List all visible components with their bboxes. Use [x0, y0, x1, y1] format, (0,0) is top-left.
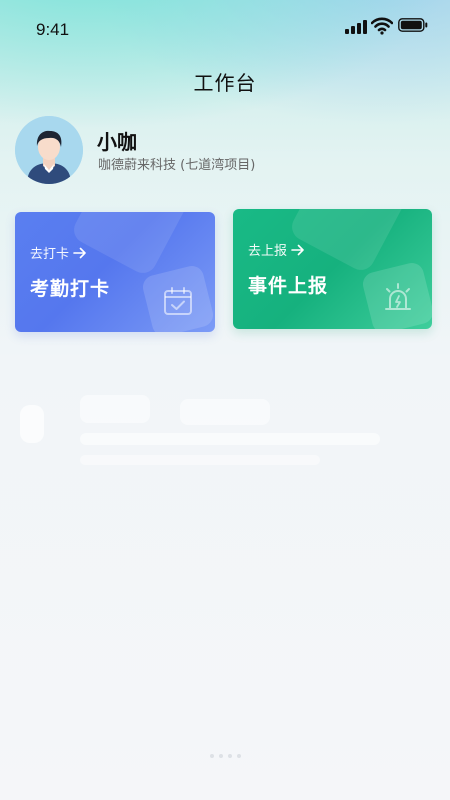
- signal-icon: [345, 20, 367, 34]
- page-title: 工作台: [193, 71, 257, 95]
- page-indicator: [210, 754, 241, 758]
- battery-icon: [398, 18, 428, 32]
- event-report-title: 事件上报: [248, 275, 329, 297]
- page-dot: [219, 754, 223, 758]
- avatar[interactable]: [15, 116, 83, 184]
- status-time: 9:41: [36, 20, 70, 39]
- page-dot: [228, 754, 232, 758]
- attendance-card[interactable]: 去打卡 考勤打卡: [15, 212, 215, 332]
- ghost-placeholder: [20, 395, 380, 465]
- page-dot: [237, 754, 241, 758]
- event-report-icon-tile: [360, 260, 432, 329]
- alarm-light-icon: [385, 283, 411, 310]
- go-report-link[interactable]: 去上报: [248, 240, 305, 259]
- wifi-icon: [371, 17, 393, 35]
- event-report-card[interactable]: 去上报 事件上报: [233, 209, 432, 329]
- page-dot: [210, 754, 214, 758]
- attendance-title: 考勤打卡: [30, 278, 111, 300]
- go-report-label: 去上报: [248, 244, 288, 259]
- user-company: 咖德蔚来科技 (七道湾项目): [98, 158, 256, 173]
- card-decoration: [287, 209, 409, 275]
- arrow-right-icon: [73, 247, 86, 258]
- attendance-icon-tile: [140, 263, 215, 332]
- go-check-in-link[interactable]: 去打卡: [30, 243, 87, 262]
- card-decoration: [69, 212, 191, 278]
- user-name: 小咖: [97, 130, 137, 154]
- go-check-in-label: 去打卡: [30, 247, 70, 262]
- calendar-check-icon: [164, 287, 192, 315]
- user-avatar-icon: [15, 116, 83, 184]
- arrow-right-icon: [291, 244, 304, 255]
- status-bar: 9:41: [0, 0, 450, 60]
